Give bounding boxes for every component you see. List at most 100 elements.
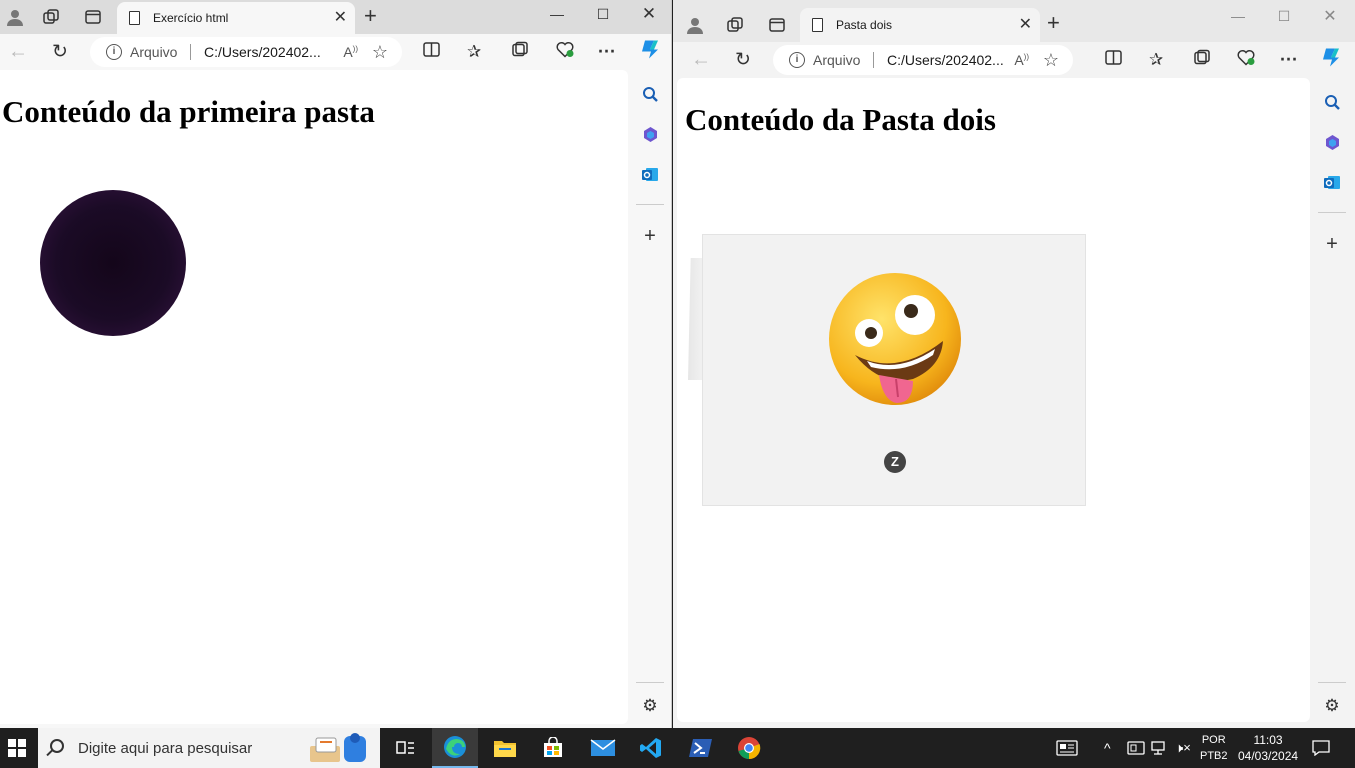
- input-language-indicator[interactable]: POR PTB2: [1200, 732, 1228, 764]
- outlook-icon[interactable]: [1322, 172, 1342, 192]
- sidebar-divider: [1318, 212, 1346, 213]
- info-icon[interactable]: i: [789, 52, 805, 68]
- clock[interactable]: 11:03 04/03/2024: [1238, 732, 1298, 764]
- add-sidebar-app-icon[interactable]: +: [1322, 233, 1342, 255]
- tab-actions-icon[interactable]: [762, 10, 792, 40]
- toolbar: ← ↻ i Arquivo C:/Users/202402... A)) ☆ ✰…: [0, 34, 671, 70]
- copilot-icon[interactable]: [638, 38, 662, 67]
- page-icon: [812, 18, 823, 32]
- zany-face-emoji: [829, 273, 961, 405]
- outlook-icon[interactable]: [640, 164, 660, 184]
- more-options-icon[interactable]: ···: [1280, 50, 1298, 71]
- edge-taskbar-button[interactable]: [432, 728, 478, 768]
- address-url[interactable]: C:/Users/202402...: [204, 44, 321, 60]
- powershell-button[interactable]: [678, 728, 724, 768]
- maximize-button[interactable]: ☐: [580, 0, 626, 28]
- split-screen-icon[interactable]: [1105, 50, 1122, 70]
- back-icon[interactable]: ←: [691, 49, 711, 72]
- profile-icon[interactable]: [680, 10, 710, 40]
- folder-icon: [494, 741, 516, 757]
- notifications-icon[interactable]: [1312, 728, 1330, 768]
- favorite-star-icon[interactable]: ☆: [372, 42, 388, 63]
- page-icon: [129, 11, 140, 25]
- new-tab-button[interactable]: +: [364, 5, 377, 27]
- info-icon[interactable]: i: [106, 44, 122, 60]
- chrome-icon: [738, 737, 761, 760]
- keyboard-layout: PTB2: [1200, 750, 1228, 762]
- clock-date: 04/03/2024: [1238, 749, 1299, 763]
- copilot-icon[interactable]: [1319, 46, 1343, 75]
- read-aloud-icon[interactable]: A)): [1014, 52, 1029, 68]
- search-highlight-illustration-icon: [310, 733, 366, 762]
- split-screen-icon[interactable]: [423, 42, 440, 62]
- favorite-star-icon[interactable]: ☆: [1043, 50, 1059, 71]
- office-icon[interactable]: [640, 124, 660, 144]
- mail-icon: [590, 739, 616, 756]
- settings-gear-icon[interactable]: ⚙: [640, 696, 660, 716]
- news-widget-icon[interactable]: [1056, 728, 1078, 768]
- browser-window-left: Exercício html ✕ + — ☐ ✕ ← ↻ i Arquivo C…: [0, 0, 672, 728]
- office-icon[interactable]: [1322, 132, 1342, 152]
- settings-gear-icon[interactable]: ⚙: [1322, 696, 1342, 716]
- device-icon[interactable]: [1127, 728, 1145, 768]
- volume-muted-icon[interactable]: 🕨×: [1175, 728, 1191, 768]
- workspaces-icon[interactable]: [36, 2, 66, 32]
- chrome-button[interactable]: [726, 728, 772, 768]
- task-view-button[interactable]: [382, 728, 428, 768]
- store-icon: [544, 737, 562, 757]
- vscode-icon: [640, 738, 661, 758]
- tab-pasta-dois[interactable]: Pasta dois ✕: [800, 8, 1040, 42]
- vscode-button[interactable]: [628, 728, 674, 768]
- favorites-icon[interactable]: ✰: [467, 42, 481, 62]
- sidebar-divider-bottom: [1318, 682, 1346, 683]
- address-url[interactable]: C:/Users/202402...: [887, 52, 1004, 68]
- show-hidden-icons-icon[interactable]: ^: [1104, 728, 1111, 768]
- more-options-icon[interactable]: ···: [598, 42, 616, 63]
- sidebar-divider-bottom: [636, 682, 664, 683]
- back-icon[interactable]: ←: [8, 41, 28, 64]
- tab-exercicio-html[interactable]: Exercício html ✕: [117, 2, 355, 34]
- start-button[interactable]: [0, 728, 34, 768]
- address-bar[interactable]: i Arquivo C:/Users/202402... A)) ☆: [90, 37, 402, 67]
- minimize-button[interactable]: —: [534, 0, 580, 28]
- add-sidebar-app-icon[interactable]: +: [640, 225, 660, 247]
- maximize-button[interactable]: ☐: [1261, 2, 1307, 30]
- edge-icon: [444, 736, 466, 758]
- close-tab-icon[interactable]: ✕: [1019, 17, 1032, 33]
- taskbar-search-box[interactable]: Digite aqui para pesquisar: [38, 728, 380, 768]
- profile-icon[interactable]: [0, 2, 30, 32]
- eclipse-image: [40, 190, 186, 336]
- close-window-button[interactable]: ✕: [1307, 2, 1353, 30]
- minimize-button[interactable]: —: [1215, 2, 1261, 30]
- network-icon[interactable]: [1151, 728, 1169, 768]
- favorites-icon[interactable]: ✰: [1149, 50, 1163, 70]
- refresh-icon[interactable]: ↻: [52, 41, 68, 64]
- close-tab-icon[interactable]: ✕: [334, 10, 347, 26]
- windows-logo-icon: [8, 739, 26, 757]
- page-heading: Conteúdo da primeira pasta: [2, 94, 375, 129]
- workspaces-icon[interactable]: [720, 10, 750, 40]
- mail-button[interactable]: [580, 728, 626, 768]
- refresh-icon[interactable]: ↻: [735, 49, 751, 72]
- sidebar-divider: [636, 204, 664, 205]
- file-explorer-button[interactable]: [482, 728, 528, 768]
- microsoft-store-button[interactable]: [530, 728, 576, 768]
- search-icon[interactable]: [640, 84, 660, 104]
- browser-essentials-icon[interactable]: [1236, 49, 1256, 72]
- clock-time: 11:03: [1253, 733, 1283, 747]
- search-icon: [50, 739, 64, 753]
- tab-actions-icon[interactable]: [78, 2, 108, 32]
- read-aloud-icon[interactable]: A)): [343, 44, 358, 60]
- address-divider: [873, 52, 874, 68]
- page-heading: Conteúdo da Pasta dois: [685, 102, 996, 137]
- search-icon[interactable]: [1322, 92, 1342, 112]
- address-label: Arquivo: [130, 44, 178, 60]
- collections-icon[interactable]: [1193, 49, 1211, 72]
- new-tab-button[interactable]: +: [1047, 12, 1060, 34]
- address-bar[interactable]: i Arquivo C:/Users/202402... A)) ☆: [773, 45, 1073, 75]
- edge-sidebar: + ⚙: [628, 70, 671, 724]
- browser-essentials-icon[interactable]: [555, 41, 575, 64]
- language-code: POR: [1201, 734, 1226, 746]
- close-window-button[interactable]: ✕: [626, 0, 671, 28]
- collections-icon[interactable]: [511, 41, 529, 64]
